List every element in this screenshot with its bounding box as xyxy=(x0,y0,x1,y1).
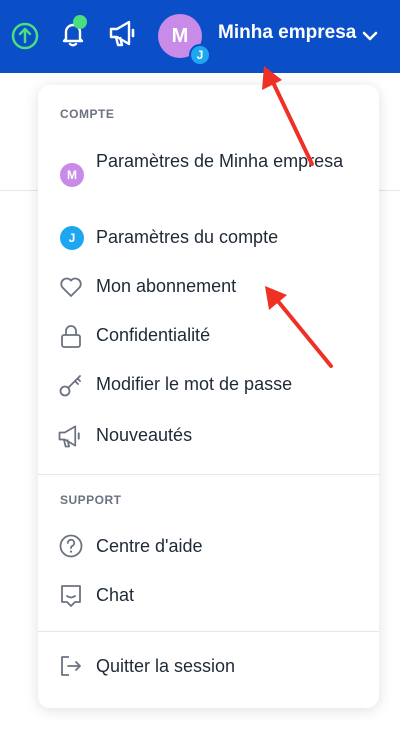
menu-item-label: Centre d'aide xyxy=(96,536,203,556)
menu-item-label: Mon abonnement xyxy=(96,276,237,296)
logout-icon xyxy=(61,656,81,676)
menu-divider xyxy=(38,474,379,475)
help-icon xyxy=(59,534,83,558)
menu-item-help-center[interactable]: Centre d'aide xyxy=(38,532,379,576)
menu-divider xyxy=(38,631,379,632)
megaphone-icon[interactable] xyxy=(107,18,139,48)
chat-icon xyxy=(61,585,81,607)
upload-icon[interactable] xyxy=(11,22,39,50)
menu-item-account-settings[interactable]: J Paramètres du compte xyxy=(38,223,379,267)
avatar-badge: J xyxy=(189,44,211,66)
menu-item-change-password[interactable]: Modifier le mot de passe xyxy=(38,370,379,414)
menu-item-label: Quitter la session xyxy=(96,656,236,676)
notification-dot xyxy=(73,15,87,29)
top-bar: M J Minha empresa xyxy=(0,0,400,73)
menu-item-chat[interactable]: Chat xyxy=(38,581,379,625)
menu-item-label: Confidentialité xyxy=(96,325,211,345)
chevron-down-icon[interactable] xyxy=(361,27,379,45)
heart-icon xyxy=(60,277,82,297)
lock-icon xyxy=(61,325,81,348)
menu-item-label: Chat xyxy=(96,585,135,605)
account-avatar-icon: J xyxy=(60,226,84,250)
megaphone-icon xyxy=(58,425,80,448)
account-dropdown-menu: COMPTE M Paramètres de Minha empresa J P… xyxy=(38,85,379,708)
section-title-support: SUPPORT xyxy=(60,493,122,507)
key-icon xyxy=(59,375,81,397)
menu-item-logout[interactable]: Quitter la session xyxy=(38,652,379,696)
company-name[interactable]: Minha empresa xyxy=(218,22,356,44)
menu-item-label: Nouveautés xyxy=(96,425,193,445)
company-avatar-icon: M xyxy=(60,163,84,187)
section-title-account: COMPTE xyxy=(60,107,115,121)
annotation-arrow-middle xyxy=(265,286,333,368)
menu-item-label: Paramètres du compte xyxy=(96,227,279,247)
annotation-arrow-top xyxy=(262,66,314,166)
menu-item-whats-new[interactable]: Nouveautés xyxy=(38,421,379,465)
